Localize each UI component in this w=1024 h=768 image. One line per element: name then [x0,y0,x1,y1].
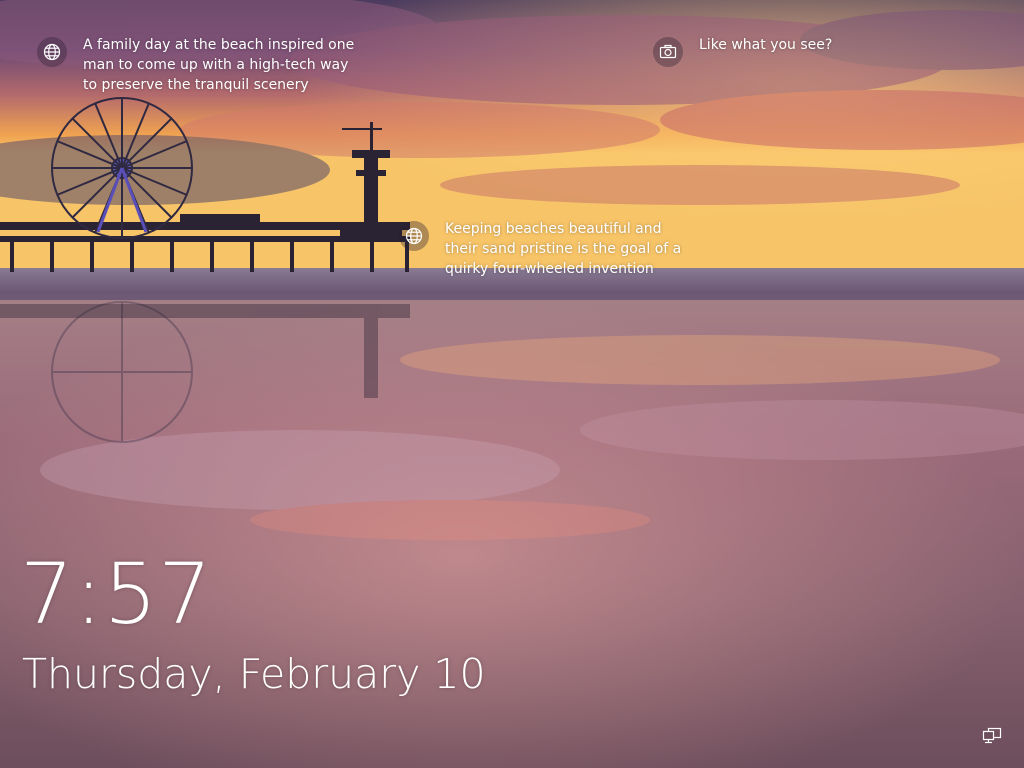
lock-screen[interactable]: A family day at the beach inspired one m… [0,0,1024,768]
like-what-you-see-label: Like what you see? [699,37,833,53]
spotlight-fact-1[interactable]: A family day at the beach inspired one m… [37,37,363,95]
spotlight-fact-1-text: A family day at the beach inspired one m… [83,37,355,93]
globe-icon [37,37,67,67]
like-what-you-see-button[interactable]: Like what you see? [653,37,832,67]
camera-icon [653,37,683,67]
lock-screen-time: 7:57 [20,545,213,643]
spotlight-fact-2[interactable]: Keeping beaches beautiful and their sand… [399,221,695,279]
spotlight-fact-2-text: Keeping beaches beautiful and their sand… [445,221,682,277]
network-icon[interactable] [982,727,1002,745]
lock-screen-date: Thursday, February 10 [22,650,486,698]
globe-icon [399,221,429,251]
